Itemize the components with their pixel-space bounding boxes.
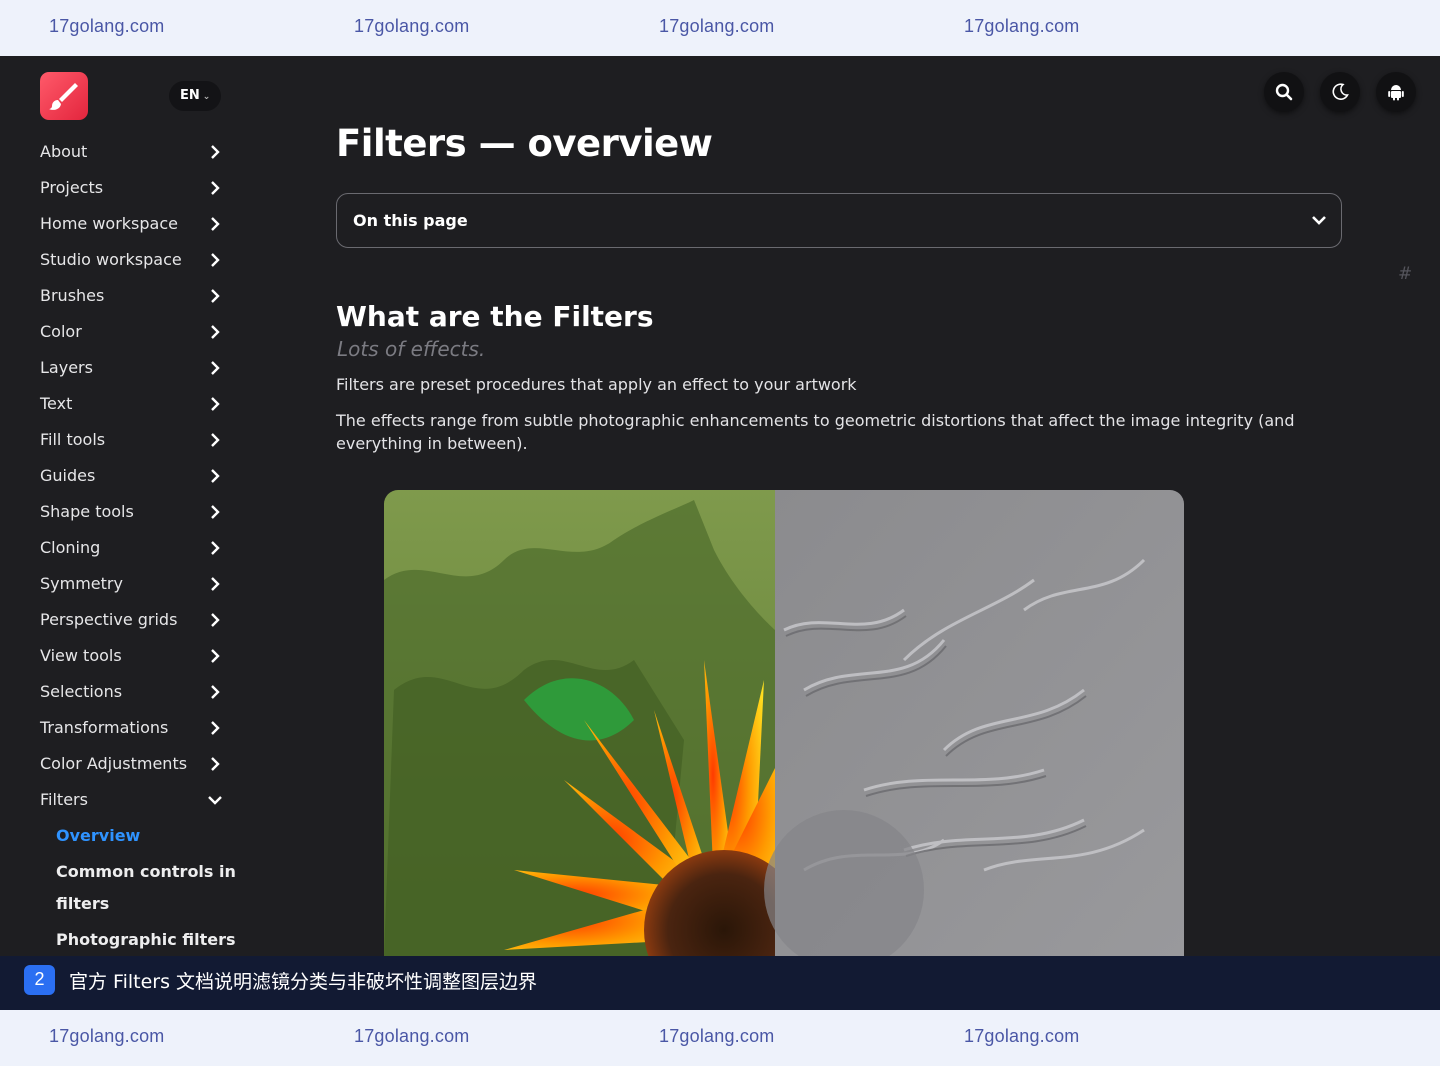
sidebar-item-label: Selections: [40, 682, 123, 701]
on-this-page-label: On this page: [353, 211, 468, 230]
sidebar-item-label: Text: [40, 394, 73, 413]
on-this-page-dropdown[interactable]: On this page: [336, 193, 1342, 248]
chevron-right-icon: [211, 613, 220, 627]
chevron-down-icon: ⌄: [202, 92, 211, 102]
sidebar-item-label: Color Adjustments: [40, 754, 188, 773]
sidebar-item-studio-workspace[interactable]: Studio workspace: [40, 242, 230, 278]
sunflower-image: [384, 490, 1184, 956]
sidebar-item-symmetry[interactable]: Symmetry: [40, 566, 230, 602]
sidebar-item-label: Filters: [40, 790, 88, 809]
chevron-right-icon: [211, 469, 220, 483]
watermark-text: 17golang.com: [964, 16, 1080, 36]
sidebar-item-color[interactable]: Color: [40, 314, 230, 350]
chevron-right-icon: [211, 145, 220, 159]
sidebar-item-transformations[interactable]: Transformations: [40, 710, 230, 746]
sidebar-item-label: Transformations: [40, 718, 169, 737]
sidebar-nav: About Projects Home workspace Studio wor…: [40, 134, 236, 956]
sidebar-item-projects[interactable]: Projects: [40, 170, 230, 206]
sidebar-subitem-photographic-filters[interactable]: Photographic filters: [40, 924, 246, 956]
chevron-right-icon: [211, 577, 220, 591]
android-button[interactable]: [1376, 72, 1416, 112]
sidebar-item-selections[interactable]: Selections: [40, 674, 230, 710]
language-label: EN: [180, 88, 200, 103]
chevron-right-icon: [211, 685, 220, 699]
watermark-text: 17golang.com: [49, 1026, 165, 1046]
chevron-right-icon: [211, 433, 220, 447]
sidebar-item-brushes[interactable]: Brushes: [40, 278, 230, 314]
sidebar-item-label: Fill tools: [40, 430, 106, 449]
sidebar-item-label: About: [40, 142, 88, 161]
sidebar-item-label: Perspective grids: [40, 610, 178, 629]
watermark-bar-top: 17golang.com 17golang.com 17golang.com 1…: [0, 0, 1440, 56]
sidebar-item-label: Studio workspace: [40, 250, 182, 269]
search-icon: [1275, 83, 1293, 101]
sidebar-item-label: Symmetry: [40, 574, 123, 593]
sidebar-item-label: View tools: [40, 646, 122, 665]
section-title: What are the Filters: [336, 300, 654, 333]
chevron-right-icon: [211, 325, 220, 339]
caption-number-badge: 2: [24, 965, 55, 995]
chevron-right-icon: [211, 361, 220, 375]
caption-text: 官方 Filters 文档说明滤镜分类与非破坏性调整图层边界: [69, 971, 538, 993]
sidebar-item-layers[interactable]: Layers: [40, 350, 230, 386]
sidebar-item-view-tools[interactable]: View tools: [40, 638, 230, 674]
watermark-text: 17golang.com: [354, 1026, 470, 1046]
sidebar-item-label: Home workspace: [40, 214, 178, 233]
chevron-right-icon: [211, 397, 220, 411]
sidebar-item-cloning[interactable]: Cloning: [40, 530, 230, 566]
paragraph: The effects range from subtle photograph…: [336, 411, 1295, 453]
watermark-text: 17golang.com: [354, 16, 470, 36]
anchor-link[interactable]: #: [1398, 264, 1412, 284]
watermark-bar-bottom: 17golang.com 17golang.com 17golang.com 1…: [0, 1010, 1440, 1066]
chevron-right-icon: [211, 217, 220, 231]
chevron-right-icon: [211, 289, 220, 303]
chevron-down-icon: [208, 796, 222, 805]
caption-bar: 2 官方 Filters 文档说明滤镜分类与非破坏性调整图层边界: [0, 956, 1440, 1010]
filter-comparison-image: [384, 490, 1184, 956]
sidebar-item-filters[interactable]: Filters: [40, 782, 230, 818]
chevron-right-icon: [211, 649, 220, 663]
watermark-text: 17golang.com: [659, 16, 775, 36]
app-window: EN ⌄ About Projects Home workspace Studio…: [0, 56, 1440, 956]
sidebar-item-label: Color: [40, 322, 82, 341]
chevron-right-icon: [211, 757, 220, 771]
page-title: Filters — overview: [336, 122, 713, 165]
sidebar-item-fill-tools[interactable]: Fill tools: [40, 422, 230, 458]
sidebar-item-about[interactable]: About: [40, 134, 230, 170]
watermark-text: 17golang.com: [659, 1026, 775, 1046]
chevron-down-icon: [1312, 216, 1326, 225]
sidebar-item-label: Shape tools: [40, 502, 134, 521]
brush-icon: [49, 83, 78, 110]
sidebar-item-label: Projects: [40, 178, 104, 197]
sidebar-subitem-common-controls[interactable]: Common controls in filters: [40, 856, 246, 920]
sidebar-subitem-overview[interactable]: Overview: [40, 820, 246, 852]
chevron-right-icon: [211, 253, 220, 267]
watermark-text: 17golang.com: [49, 16, 165, 36]
theme-toggle-button[interactable]: [1320, 72, 1360, 112]
sidebar-item-color-adjustments[interactable]: Color Adjustments: [40, 746, 230, 782]
search-button[interactable]: [1264, 72, 1304, 112]
sidebar-item-label: Guides: [40, 466, 96, 485]
sidebar-item-label: Brushes: [40, 286, 105, 305]
android-icon: [1388, 85, 1404, 101]
sidebar-item-label: Layers: [40, 358, 93, 377]
chevron-right-icon: [211, 541, 220, 555]
moon-icon: [1332, 83, 1349, 100]
sidebar-item-home-workspace[interactable]: Home workspace: [40, 206, 230, 242]
paragraph: Filters are preset procedures that apply…: [336, 375, 857, 394]
chevron-right-icon: [211, 505, 220, 519]
section-subtitle: Lots of effects.: [337, 337, 486, 361]
app-logo[interactable]: [40, 72, 88, 120]
sidebar-item-perspective-grids[interactable]: Perspective grids: [40, 602, 230, 638]
sidebar-item-label: Cloning: [40, 538, 101, 557]
chevron-right-icon: [211, 721, 220, 735]
sidebar-item-text[interactable]: Text: [40, 386, 230, 422]
sidebar-item-guides[interactable]: Guides: [40, 458, 230, 494]
language-selector[interactable]: EN ⌄: [169, 81, 222, 111]
chevron-right-icon: [211, 181, 220, 195]
watermark-text: 17golang.com: [964, 1026, 1080, 1046]
sidebar-item-shape-tools[interactable]: Shape tools: [40, 494, 230, 530]
